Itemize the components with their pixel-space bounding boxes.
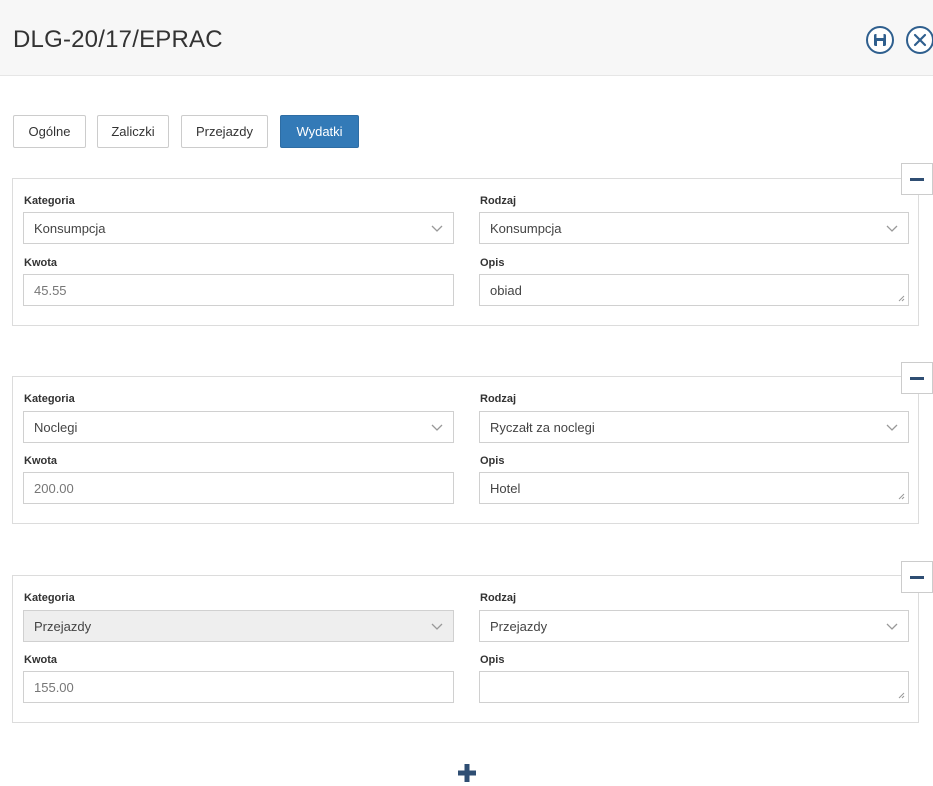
type-select[interactable]: Przejazdy: [479, 610, 909, 642]
type-select[interactable]: Ryczałt za noclegi: [479, 411, 909, 443]
minus-icon: [910, 376, 924, 380]
chevron-down-icon: [886, 424, 898, 431]
description-value: obiad: [490, 282, 522, 298]
save-icon: [874, 34, 886, 46]
expense-dialog: DLG-20/17/EPRAC Ogólne Zaliczki Przejazd…: [0, 0, 933, 786]
description-label: Opis: [480, 257, 505, 269]
dialog-title: DLG-20/17/EPRAC: [13, 26, 223, 53]
amount-input[interactable]: 45.55: [23, 274, 454, 306]
category-select[interactable]: Noclegi: [23, 411, 454, 443]
description-textarea[interactable]: [479, 671, 909, 703]
resize-grip-icon[interactable]: [898, 692, 905, 699]
type-value: Konsumpcja: [490, 220, 562, 236]
close-button[interactable]: [906, 26, 933, 54]
collapse-expense-button[interactable]: [901, 561, 933, 593]
expense-card: Kategoria Noclegi Rodzaj Ryczałt za nocl…: [12, 376, 919, 524]
description-value: Hotel: [490, 480, 521, 496]
resize-grip-icon[interactable]: [898, 493, 905, 500]
amount-value: 45.55: [34, 282, 67, 298]
tab-przejazdy[interactable]: Przejazdy: [181, 115, 268, 148]
minus-icon: [910, 575, 924, 579]
amount-input[interactable]: 155.00: [23, 671, 454, 703]
category-value: Noclegi: [34, 419, 78, 435]
type-label: Rodzaj: [480, 592, 517, 604]
amount-value: 155.00: [34, 679, 74, 695]
add-expense-button[interactable]: [453, 760, 481, 786]
chevron-down-icon: [431, 424, 443, 431]
tab-zaliczki[interactable]: Zaliczki: [97, 115, 169, 148]
save-button[interactable]: [866, 26, 894, 54]
category-value: Przejazdy: [34, 618, 92, 634]
description-label: Opis: [480, 654, 505, 666]
chevron-down-icon: [886, 225, 898, 232]
amount-label: Kwota: [24, 257, 57, 269]
category-select[interactable]: Konsumpcja: [23, 212, 454, 244]
amount-label: Kwota: [24, 455, 57, 467]
expense-card: Kategoria Przejazdy Rodzaj Przejazdy Kwo…: [12, 575, 919, 723]
amount-input[interactable]: 200.00: [23, 472, 454, 504]
description-label: Opis: [480, 455, 505, 467]
category-select[interactable]: Przejazdy: [23, 610, 454, 642]
type-label: Rodzaj: [480, 393, 517, 405]
category-label: Kategoria: [24, 195, 75, 207]
collapse-expense-button[interactable]: [901, 362, 933, 394]
chevron-down-icon: [886, 623, 898, 630]
dialog-header: DLG-20/17/EPRAC: [0, 0, 933, 76]
type-select[interactable]: Konsumpcja: [479, 212, 909, 244]
plus-icon: [458, 764, 476, 782]
description-textarea[interactable]: obiad: [479, 274, 909, 306]
type-value: Przejazdy: [490, 618, 548, 634]
category-value: Konsumpcja: [34, 220, 106, 236]
expense-card: Kategoria Konsumpcja Rodzaj Konsumpcja K…: [12, 178, 919, 326]
type-value: Ryczałt za noclegi: [490, 419, 595, 435]
chevron-down-icon: [431, 225, 443, 232]
resize-grip-icon[interactable]: [898, 295, 905, 302]
amount-value: 200.00: [34, 480, 74, 496]
close-icon: [913, 33, 927, 47]
type-label: Rodzaj: [480, 195, 517, 207]
minus-icon: [910, 177, 924, 181]
amount-label: Kwota: [24, 654, 57, 666]
collapse-expense-button[interactable]: [901, 163, 933, 195]
tab-ogolne[interactable]: Ogólne: [13, 115, 86, 148]
category-label: Kategoria: [24, 592, 75, 604]
tab-wydatki[interactable]: Wydatki: [280, 115, 359, 148]
category-label: Kategoria: [24, 393, 75, 405]
description-textarea[interactable]: Hotel: [479, 472, 909, 504]
chevron-down-icon: [431, 623, 443, 630]
